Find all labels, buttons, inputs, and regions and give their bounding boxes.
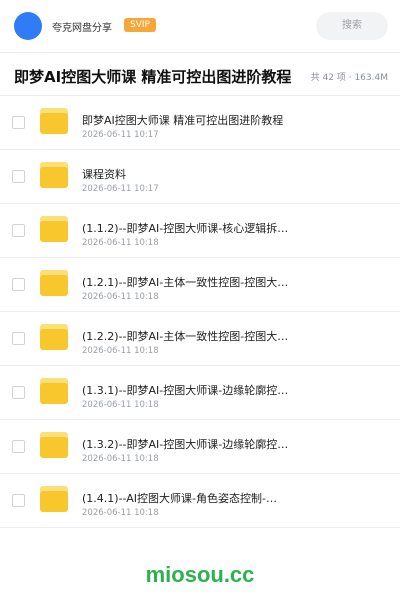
top-bar: 夸克网盘分享 SVIP 搜索: [0, 0, 400, 52]
search-input[interactable]: 搜索: [316, 12, 388, 40]
file-name[interactable]: (1.2.2)--即梦AI-主体一致性控图-控图大…: [82, 328, 292, 344]
select-checkbox[interactable]: [12, 386, 25, 399]
page-title: 即梦AI控图大师课 精准可控出图进阶教程: [14, 68, 292, 86]
list-item[interactable]: (1.4.1)--AI控图大师课-角色姿态控制-… 2026-06-11 10:…: [0, 474, 400, 528]
select-checkbox[interactable]: [12, 332, 25, 345]
file-name[interactable]: (1.4.1)--AI控图大师课-角色姿态控制-…: [82, 490, 292, 506]
select-checkbox[interactable]: [12, 278, 25, 291]
file-name[interactable]: 即梦AI控图大师课 精准可控出图进阶教程: [82, 112, 292, 128]
folder-icon: [40, 162, 68, 188]
folder-icon: [40, 432, 68, 458]
list-item[interactable]: 即梦AI控图大师课 精准可控出图进阶教程 2026-06-11 10:17: [0, 96, 400, 150]
select-checkbox[interactable]: [12, 170, 25, 183]
file-name[interactable]: (1.1.2)--即梦AI-控图大师课-核心逻辑拆…: [82, 220, 292, 236]
select-checkbox[interactable]: [12, 440, 25, 453]
app-logo-icon[interactable]: [14, 12, 42, 40]
list-item[interactable]: (1.1.2)--即梦AI-控图大师课-核心逻辑拆… 2026-06-11 10…: [0, 204, 400, 258]
folder-icon: [40, 270, 68, 296]
file-date: 2026-06-11 10:18: [82, 292, 159, 302]
select-checkbox[interactable]: [12, 494, 25, 507]
share-meta: 共 42 项 · 163.4M: [310, 73, 388, 83]
file-name[interactable]: 课程资料: [82, 166, 292, 182]
file-name[interactable]: (1.3.1)--即梦AI-控图大师课-边缘轮廓控…: [82, 382, 292, 398]
file-date: 2026-06-11 10:17: [82, 184, 159, 194]
app-name: 夸克网盘分享: [52, 23, 112, 34]
list-item[interactable]: (1.3.1)--即梦AI-控图大师课-边缘轮廓控… 2026-06-11 10…: [0, 366, 400, 420]
file-date: 2026-06-11 10:18: [82, 238, 159, 248]
folder-icon: [40, 108, 68, 134]
folder-icon: [40, 486, 68, 512]
file-name[interactable]: (1.3.2)--即梦AI-控图大师课-边缘轮廓控…: [82, 436, 292, 452]
list-item[interactable]: (1.2.2)--即梦AI-主体一致性控图-控图大… 2026-06-11 10…: [0, 312, 400, 366]
folder-icon: [40, 324, 68, 350]
file-date: 2026-06-11 10:18: [82, 400, 159, 410]
svip-badge[interactable]: SVIP: [124, 18, 156, 32]
file-date: 2026-06-11 10:18: [82, 454, 159, 464]
list-item[interactable]: (1.2.1)--即梦AI-主体一致性控图-控图大… 2026-06-11 10…: [0, 258, 400, 312]
list-item[interactable]: 课程资料 2026-06-11 10:17: [0, 150, 400, 204]
file-name[interactable]: (1.2.1)--即梦AI-主体一致性控图-控图大…: [82, 274, 292, 290]
folder-icon: [40, 216, 68, 242]
file-date: 2026-06-11 10:17: [82, 130, 159, 140]
list-item[interactable]: (1.3.2)--即梦AI-控图大师课-边缘轮廓控… 2026-06-11 10…: [0, 420, 400, 474]
divider: [0, 52, 400, 53]
select-checkbox[interactable]: [12, 224, 25, 237]
file-list: 即梦AI控图大师课 精准可控出图进阶教程 2026-06-11 10:17 课程…: [0, 96, 400, 528]
site-watermark: miosou.cc: [145, 562, 255, 587]
file-date: 2026-06-11 10:18: [82, 508, 159, 518]
file-date: 2026-06-11 10:18: [82, 346, 159, 356]
select-checkbox[interactable]: [12, 116, 25, 129]
folder-icon: [40, 378, 68, 404]
